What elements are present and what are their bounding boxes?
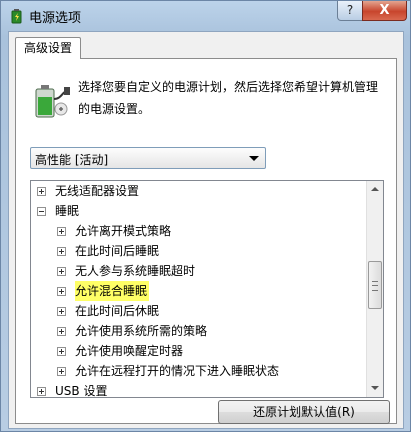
tree-item[interactable]: 睡眠 bbox=[31, 201, 367, 221]
window-title: 电源选项 bbox=[29, 11, 82, 26]
settings-tree[interactable]: 无线适配器设置 睡眠允许离开模式策略 在此时间后睡眠无人参与系统睡眠超时允许混合睡眠… bbox=[30, 180, 384, 398]
restore-plan-defaults-button[interactable]: 还原计划默认值(R) bbox=[218, 400, 390, 424]
power-options-icon bbox=[11, 9, 22, 24]
tree-item-label: 无线适配器设置 bbox=[55, 184, 140, 198]
tree-item-label: 允许混合睡眠 bbox=[75, 281, 150, 301]
tree-item[interactable]: 允许使用系统所需的策略 bbox=[31, 321, 367, 341]
tree-item[interactable]: USB 设置 bbox=[31, 381, 367, 398]
tree-item[interactable]: 在此时间后休眠 bbox=[31, 301, 367, 321]
expand-plus-icon[interactable] bbox=[57, 227, 66, 236]
tree-item-label: 允许离开模式策略 bbox=[75, 224, 172, 238]
scroll-down-arrow-icon[interactable] bbox=[367, 380, 383, 397]
tree-item-label: USB 设置 bbox=[55, 384, 108, 398]
close-button[interactable]: X bbox=[362, 1, 407, 21]
help-button[interactable]: ? bbox=[337, 1, 363, 21]
expand-plus-icon[interactable] bbox=[57, 267, 66, 276]
collapse-minus-icon[interactable] bbox=[37, 207, 46, 216]
expand-plus-icon[interactable] bbox=[37, 387, 46, 396]
power-plan-selected: 高性能 [活动] bbox=[35, 153, 109, 167]
chevron-down-icon[interactable] bbox=[249, 156, 259, 161]
expand-plus-icon[interactable] bbox=[57, 327, 66, 336]
title-bar[interactable]: 电源选项 ? X bbox=[1, 1, 410, 31]
expand-plus-icon[interactable] bbox=[57, 367, 66, 376]
tree-item[interactable]: 允许在远程打开的情况下进入睡眠状态 bbox=[31, 361, 367, 381]
scrollbar-thumb[interactable] bbox=[368, 261, 382, 309]
scroll-up-arrow-icon[interactable] bbox=[367, 181, 383, 198]
expand-plus-icon[interactable] bbox=[37, 187, 46, 196]
tree-item-label: 无人参与系统睡眠超时 bbox=[75, 264, 196, 278]
tree-item-label: 在此时间后睡眠 bbox=[75, 244, 160, 258]
tree-item-label: 允许使用唤醒定时器 bbox=[75, 344, 184, 358]
tree-item-label: 允许使用系统所需的策略 bbox=[75, 324, 208, 338]
tree-item-label: 在此时间后休眠 bbox=[75, 304, 160, 318]
tree-item[interactable]: 无人参与系统睡眠超时 bbox=[31, 261, 367, 281]
tree-item[interactable]: 无线适配器设置 bbox=[31, 181, 367, 201]
expand-plus-icon[interactable] bbox=[57, 287, 66, 296]
power-options-window: 电源选项 ? X 高级设置 选择您要自定义的电源计划，然后选择您希望计算机管理的… bbox=[0, 0, 411, 432]
tree-item[interactable]: 允许混合睡眠 bbox=[31, 281, 367, 301]
description-text: 选择您要自定义的电源计划，然后选择您希望计算机管理的电源设置。 bbox=[78, 80, 379, 116]
battery-plug-icon bbox=[35, 85, 70, 118]
vertical-scrollbar[interactable] bbox=[366, 181, 383, 397]
tab-advanced-settings[interactable]: 高级设置 bbox=[15, 37, 81, 59]
expand-plus-icon[interactable] bbox=[57, 247, 66, 256]
tab-panel: 选择您要自定义的电源计划，然后选择您希望计算机管理的电源设置。 高性能 [活动]… bbox=[15, 58, 397, 424]
tree-item-label: 睡眠 bbox=[55, 204, 80, 218]
tree-item[interactable]: 允许离开模式策略 bbox=[31, 221, 367, 241]
expand-plus-icon[interactable] bbox=[57, 347, 66, 356]
tree-item-label: 允许在远程打开的情况下进入睡眠状态 bbox=[75, 364, 280, 378]
tree-item[interactable]: 允许使用唤醒定时器 bbox=[31, 341, 367, 361]
tree-item[interactable]: 在此时间后睡眠 bbox=[31, 241, 367, 261]
dialog-client-area: 高级设置 选择您要自定义的电源计划，然后选择您希望计算机管理的电源设置。 高性能… bbox=[8, 31, 404, 429]
power-plan-dropdown[interactable]: 高性能 [活动] bbox=[30, 147, 266, 169]
grip-icon bbox=[372, 281, 378, 291]
expand-plus-icon[interactable] bbox=[57, 307, 66, 316]
